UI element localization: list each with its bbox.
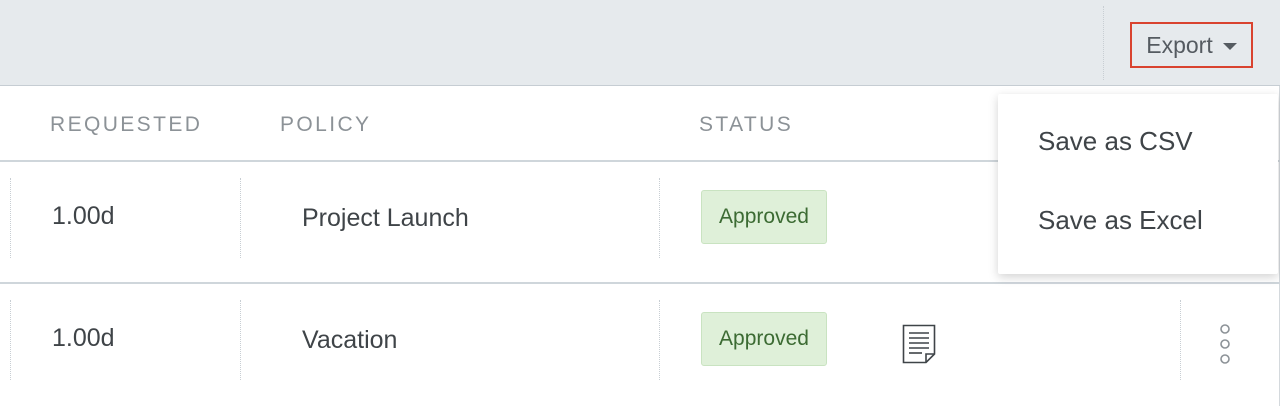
- cell-divider: [240, 300, 241, 380]
- cell-divider: [10, 178, 11, 258]
- page: Export REQUESTED POLICY STATUS 1.00d Pro…: [0, 0, 1280, 406]
- requested-cell: 1.00d: [52, 324, 115, 352]
- cell-divider: [659, 178, 660, 258]
- save-as-csv-option[interactable]: Save as CSV: [1038, 126, 1193, 157]
- status-badge: Approved: [701, 312, 827, 366]
- status-badge: Approved: [701, 190, 827, 244]
- export-button[interactable]: Export: [1130, 22, 1253, 68]
- save-as-excel-option[interactable]: Save as Excel: [1038, 205, 1203, 236]
- column-header-requested[interactable]: REQUESTED: [50, 113, 202, 137]
- policy-cell: Project Launch: [302, 204, 469, 232]
- more-vertical-icon[interactable]: [1214, 322, 1236, 368]
- cell-divider: [240, 178, 241, 258]
- cell-divider: [10, 300, 11, 380]
- toolbar-divider: [1103, 6, 1104, 80]
- requested-cell: 1.00d: [52, 202, 115, 230]
- policy-cell: Vacation: [302, 326, 398, 354]
- column-header-status[interactable]: STATUS: [699, 113, 793, 137]
- column-header-policy[interactable]: POLICY: [280, 113, 371, 137]
- chevron-down-icon: [1222, 43, 1237, 50]
- toolbar: Export: [0, 0, 1280, 86]
- cell-divider: [659, 300, 660, 380]
- table-row[interactable]: 1.00d Vacation Approved: [0, 284, 1280, 406]
- export-dropdown-menu: Save as CSV Save as Excel: [998, 94, 1278, 274]
- export-button-label: Export: [1146, 31, 1213, 58]
- cell-divider: [1180, 300, 1181, 380]
- document-icon[interactable]: [902, 324, 936, 364]
